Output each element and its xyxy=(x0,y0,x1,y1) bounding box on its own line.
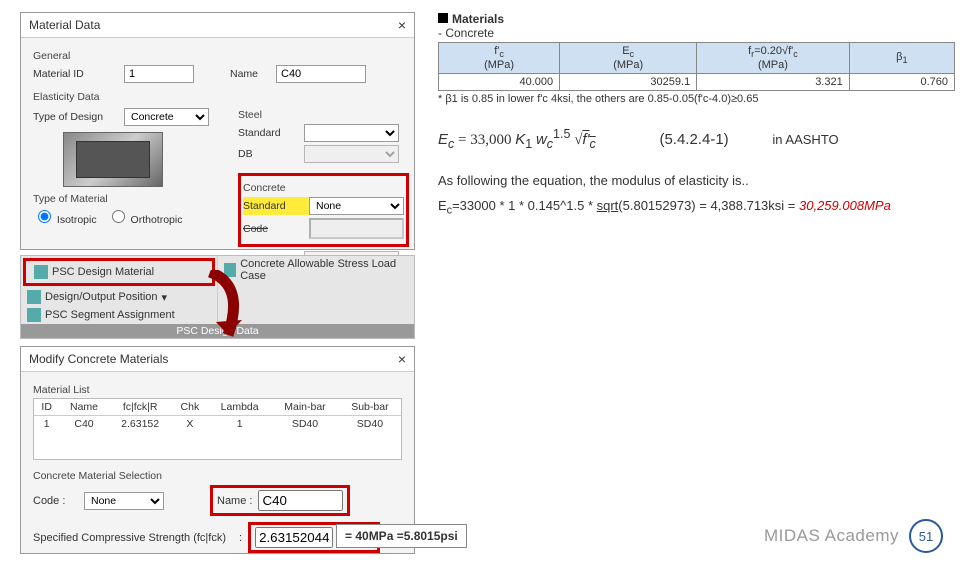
type-of-material-label: Type of Material xyxy=(33,193,228,205)
calc-lhs: Ec=33000 * 1 * 0.145^1.5 * sqrt(5.801529… xyxy=(438,198,799,213)
explain-text: As following the equation, the modulus o… xyxy=(438,173,955,188)
modify-concrete-dialog: Modify Concrete Materials × Material Lis… xyxy=(20,346,415,554)
steel-db-select xyxy=(304,145,399,163)
scs-label: Specified Compressive Strength (fc|fck) xyxy=(33,532,233,544)
concrete-code-input xyxy=(309,218,404,239)
close-icon[interactable]: × xyxy=(398,17,406,33)
slide-number-badge: 51 xyxy=(909,519,943,553)
steel-standard-select[interactable] xyxy=(304,124,399,142)
type-of-design-label: Type of Design xyxy=(33,111,118,123)
concrete-label: Concrete xyxy=(243,182,404,194)
segment-icon xyxy=(27,308,41,322)
materials-heading: Materials xyxy=(452,12,504,26)
col-fr: fr=0.20√f'c(MPa) xyxy=(697,43,850,74)
footer-brand: MIDAS Academy 51 xyxy=(764,519,943,553)
table-row[interactable]: 1C402.63152X1SD40SD40 xyxy=(34,416,401,433)
eq-note: = 40MPa =5.8015psi xyxy=(336,524,467,548)
modify-name-input[interactable] xyxy=(258,490,343,511)
material-list-label: Material List xyxy=(33,384,402,396)
modify-name-label: Name : xyxy=(217,495,252,507)
brand-text: MIDAS Academy xyxy=(764,526,899,546)
materials-note: * β1 is 0.85 in lower f'c 4ksi, the othe… xyxy=(438,93,955,105)
material-list-table[interactable]: IDNamefc|fck|RChkLambdaMain-barSub-bar 1… xyxy=(34,399,401,432)
scs-input[interactable] xyxy=(255,527,333,548)
name-input[interactable] xyxy=(276,65,366,83)
modify-title: Modify Concrete Materials xyxy=(29,352,168,366)
col-fc: f'c(MPa) xyxy=(439,43,560,74)
equation-number: (5.4.2.4-1) xyxy=(659,131,728,148)
code-label: Code : xyxy=(33,495,78,507)
material-id-input[interactable] xyxy=(124,65,194,83)
col-ec: Ec(MPa) xyxy=(560,43,697,74)
in-aashto: in AASHTO xyxy=(772,132,838,147)
general-label: General xyxy=(33,50,402,62)
close-icon[interactable]: × xyxy=(398,351,406,367)
type-of-design-select[interactable]: Concrete xyxy=(124,108,209,126)
concrete-selection-label: Concrete Material Selection xyxy=(33,470,402,482)
concrete-code-label: Code xyxy=(243,223,303,235)
name-label: Name xyxy=(230,68,270,80)
materials-sub: - Concrete xyxy=(438,26,955,40)
calc-row: Ec=33000 * 1 * 0.145^1.5 * sqrt(5.801529… xyxy=(438,198,955,217)
calc-result: 30,259.008MPa xyxy=(799,198,891,213)
code-select[interactable]: None xyxy=(84,492,164,510)
dialog-title-text: Material Data xyxy=(29,18,100,32)
modify-dialog-titlebar: Modify Concrete Materials × xyxy=(21,347,414,372)
isotropic-radio[interactable]: Isotropic xyxy=(33,207,97,226)
concrete-standard-select[interactable]: None xyxy=(309,197,404,215)
steel-db-label: DB xyxy=(238,148,298,160)
equation-row: Ec = 33,000 K1 wc1.5 √f'c (5.4.2.4-1) in… xyxy=(438,127,955,151)
steel-standard-label: Standard xyxy=(238,127,298,139)
dialog-titlebar: Material Data × xyxy=(21,13,414,38)
steel-label: Steel xyxy=(238,109,409,121)
material-data-dialog: Material Data × General Material ID Name… xyxy=(20,12,415,250)
name-highlight: Name : xyxy=(210,485,350,516)
elasticity-label: Elasticity Data xyxy=(33,91,402,103)
output-icon xyxy=(27,290,41,304)
arrow-icon xyxy=(180,270,260,350)
col-b1: β1 xyxy=(849,43,954,74)
material-icon xyxy=(34,265,48,279)
right-panel: Materials - Concrete f'c(MPa) Ec(MPa) fr… xyxy=(438,12,955,217)
material-id-label: Material ID xyxy=(33,68,118,80)
concrete-standard-label: Standard xyxy=(243,200,303,212)
orthotropic-radio[interactable]: Orthotropic xyxy=(107,207,183,226)
beam-preview-icon xyxy=(63,132,163,187)
materials-table: f'c(MPa) Ec(MPa) fr=0.20√f'c(MPa) β1 40.… xyxy=(438,42,955,91)
